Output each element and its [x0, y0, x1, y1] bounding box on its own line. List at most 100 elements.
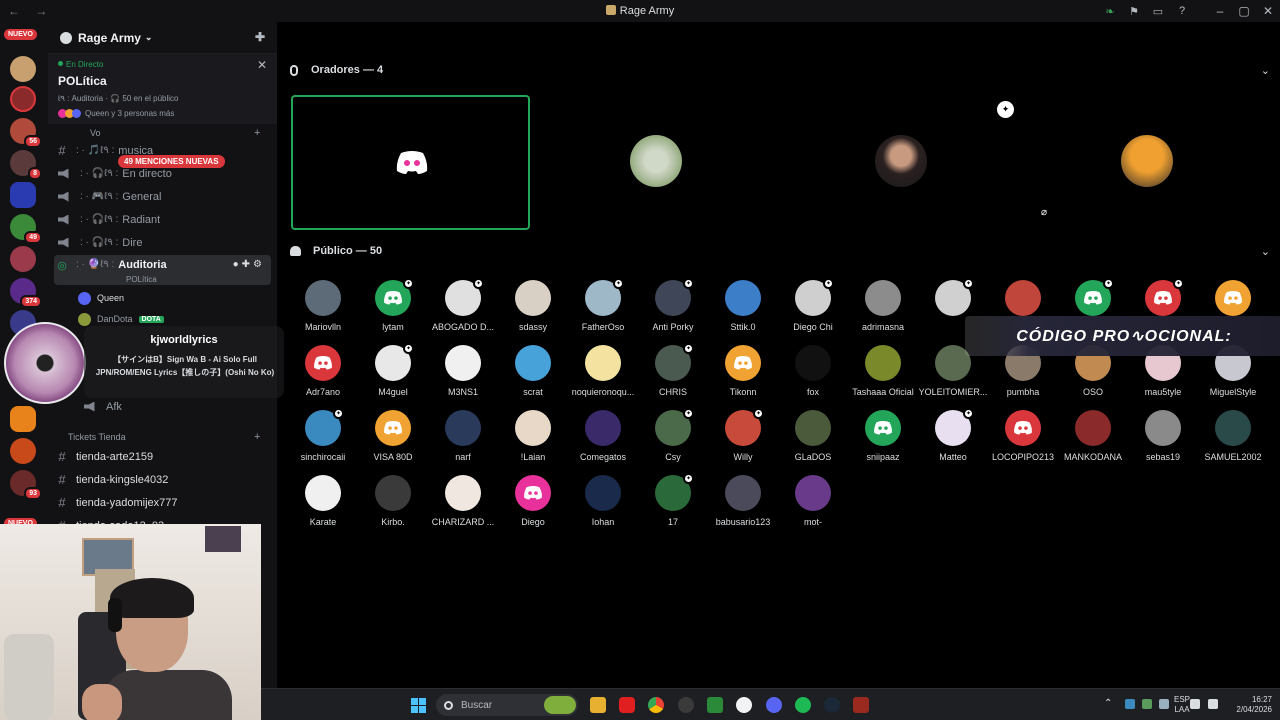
- audience-member[interactable]: Sttik.0: [708, 280, 778, 338]
- audience-member[interactable]: mot-: [778, 475, 848, 533]
- channel-general[interactable]: : · 🎮ℓ٩ : General: [54, 186, 271, 207]
- volume-icon[interactable]: [1208, 699, 1218, 709]
- audience-member[interactable]: Comegatos: [568, 410, 638, 468]
- audience-member[interactable]: sniipaaz: [848, 410, 918, 468]
- audience-member[interactable]: Tikonn: [708, 345, 778, 403]
- audience-member[interactable]: Mariovlln: [288, 280, 358, 338]
- chevron-down-icon[interactable]: ⌄: [1261, 245, 1270, 258]
- help-icon[interactable]: ?: [1170, 5, 1194, 17]
- audience-member[interactable]: Karate: [288, 475, 358, 533]
- speaker-tile[interactable]: ⌀: [1027, 95, 1266, 230]
- channel-action-icons[interactable]: ●✚⚙: [233, 259, 265, 270]
- channel-tienda-3[interactable]: # tienda-yadomijex777: [54, 492, 271, 513]
- audience-member[interactable]: ✦ Csy: [638, 408, 708, 468]
- audience-member[interactable]: ✦ Anti Porky: [638, 278, 708, 338]
- audience-member[interactable]: Kirbo.: [358, 475, 428, 533]
- tickets-category[interactable]: Tickets Tienda +: [62, 431, 260, 443]
- channel-dire[interactable]: : · 🎧ℓ٩ : Dire: [54, 232, 271, 253]
- server-icon-3[interactable]: 56: [10, 118, 42, 148]
- new-mentions-badge[interactable]: 49 MENCIONES NUEVAS: [118, 155, 225, 168]
- system-clock[interactable]: 16:27 2/04/2026: [1228, 695, 1272, 715]
- chrome-icon[interactable]: [648, 697, 664, 713]
- tray-app-icon[interactable]: [1125, 699, 1135, 709]
- dota-icon[interactable]: [853, 697, 869, 713]
- audience-member[interactable]: narf: [428, 410, 498, 468]
- audience-member[interactable]: !Laian: [498, 410, 568, 468]
- minimize-button[interactable]: –: [1208, 4, 1232, 18]
- audience-member[interactable]: MANKODANA: [1058, 410, 1128, 468]
- windows-start-icon[interactable]: [411, 698, 426, 713]
- server-icon-12[interactable]: 93: [10, 470, 42, 500]
- audience-member[interactable]: ✦ M4guel: [358, 343, 428, 403]
- leaf-icon[interactable]: ❧: [1098, 5, 1122, 18]
- server-icon-1[interactable]: [10, 56, 36, 82]
- taskbar-search[interactable]: Buscar: [436, 694, 578, 716]
- audience-member[interactable]: ✦ 17: [638, 473, 708, 533]
- stage-member[interactable]: Queen: [78, 289, 268, 307]
- inbox-icon[interactable]: ▭: [1146, 5, 1170, 18]
- close-icon[interactable]: ✕: [257, 58, 267, 72]
- audience-member[interactable]: ✦ ABOGADO D...: [428, 278, 498, 338]
- audience-member[interactable]: ✦ sinchirocaii: [288, 408, 358, 468]
- audience-member[interactable]: Adr7ano: [288, 345, 358, 403]
- speaker-tile[interactable]: [536, 95, 775, 230]
- audience-member[interactable]: ✦ lytam: [358, 278, 428, 338]
- server-icon-2[interactable]: [10, 86, 36, 112]
- channel-auditoria[interactable]: ◎: · 🔮ℓ٩ : Auditoria ●✚⚙: [54, 255, 271, 285]
- file-explorer-icon[interactable]: [590, 697, 606, 713]
- add-user-icon[interactable]: ✚: [255, 30, 265, 44]
- spotify-icon[interactable]: [795, 697, 811, 713]
- speakers-header[interactable]: Oradores — 4: [290, 64, 383, 76]
- pin-icon[interactable]: ⚑: [1122, 5, 1146, 18]
- channel-tienda-2[interactable]: # tienda-kingsle4032: [54, 469, 271, 490]
- speaker-tile[interactable]: ✦: [781, 95, 1020, 230]
- server-icon-4[interactable]: 8: [10, 150, 42, 180]
- speaker-tile[interactable]: [291, 95, 530, 230]
- live-stage-panel[interactable]: ✕ En Directo POLítica ℓ٩ : Auditoria · 🎧…: [48, 54, 277, 124]
- audience-header[interactable]: Público — 50: [290, 245, 382, 257]
- audience-member[interactable]: VISA 80D: [358, 410, 428, 468]
- audience-member[interactable]: ✦ CHRIS: [638, 343, 708, 403]
- channel-radiant[interactable]: : · 🎧ℓ٩ : Radiant: [54, 209, 271, 230]
- obs-icon[interactable]: [678, 697, 694, 713]
- close-window-button[interactable]: ✕: [1256, 4, 1280, 18]
- plus-icon[interactable]: +: [254, 431, 260, 443]
- microphone-icon[interactable]: [1159, 699, 1169, 709]
- audience-member[interactable]: sdassy: [498, 280, 568, 338]
- app-icon[interactable]: [736, 697, 752, 713]
- audience-member[interactable]: ✦ FatherOso: [568, 278, 638, 338]
- network-icon[interactable]: [1190, 699, 1200, 709]
- audience-member[interactable]: M3NS1: [428, 345, 498, 403]
- audience-member[interactable]: ✦ Willy: [708, 408, 778, 468]
- chevron-up-icon[interactable]: ⌃: [1104, 698, 1112, 709]
- server-icon-5[interactable]: [10, 182, 36, 208]
- channel-tienda-1[interactable]: # tienda-arte2159: [54, 446, 271, 467]
- audience-member[interactable]: ✦ Diego Chi: [778, 278, 848, 338]
- steam-icon[interactable]: [824, 697, 840, 713]
- audience-member[interactable]: Iohan: [568, 475, 638, 533]
- maximize-button[interactable]: ▢: [1232, 4, 1256, 18]
- server-icon-10[interactable]: [10, 406, 36, 432]
- voice-category[interactable]: Vo +: [62, 127, 260, 139]
- tray-app-icon[interactable]: [1142, 699, 1152, 709]
- server-icon-7[interactable]: [10, 246, 36, 272]
- audience-member[interactable]: LOCOPIPO213: [988, 410, 1058, 468]
- chevron-down-icon[interactable]: ⌄: [1261, 64, 1270, 77]
- server-icon-11[interactable]: [10, 438, 36, 464]
- audience-member[interactable]: Diego: [498, 475, 568, 533]
- server-header[interactable]: Rage Army ⌄ ✚: [48, 22, 277, 54]
- discord-icon[interactable]: [766, 697, 782, 713]
- audience-member[interactable]: adrimasna: [848, 280, 918, 338]
- audience-member[interactable]: SAMUEL2002: [1198, 410, 1268, 468]
- audience-member[interactable]: ✦ Matteo: [918, 408, 988, 468]
- audience-member[interactable]: fox: [778, 345, 848, 403]
- audience-member[interactable]: babusario123: [708, 475, 778, 533]
- audience-member[interactable]: Tashaaa Oficial: [848, 345, 918, 403]
- audience-member[interactable]: sebas19: [1128, 410, 1198, 468]
- youtube-icon[interactable]: [619, 697, 635, 713]
- plus-icon[interactable]: +: [254, 127, 260, 139]
- audience-member[interactable]: noquieronoqu...: [568, 345, 638, 403]
- audience-member[interactable]: scrat: [498, 345, 568, 403]
- server-icon-6[interactable]: 49: [10, 214, 42, 244]
- audience-member[interactable]: GLaDOS: [778, 410, 848, 468]
